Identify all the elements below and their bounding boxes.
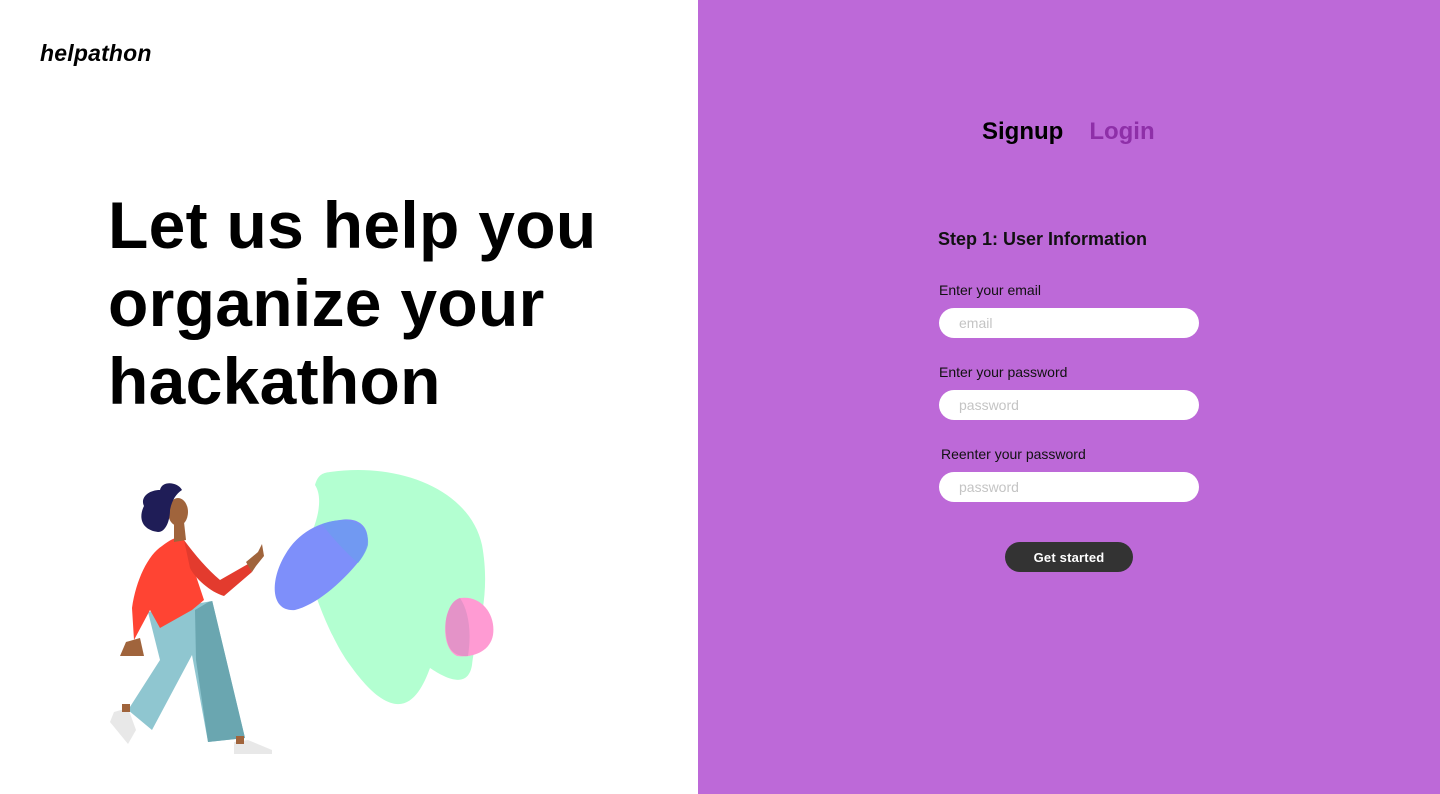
password-label: Enter your password — [939, 364, 1068, 380]
get-started-button[interactable]: Get started — [1005, 542, 1133, 572]
person-pants-shade — [195, 600, 245, 742]
person-ankle-front — [236, 736, 244, 744]
brand-logo[interactable]: helpathon — [40, 40, 152, 67]
email-label: Enter your email — [939, 282, 1041, 298]
person-hand-back — [120, 638, 144, 656]
confirm-password-field[interactable] — [939, 472, 1199, 502]
confirm-password-label: Reenter your password — [941, 446, 1086, 462]
person-ankle-back — [122, 704, 130, 712]
hero-headline: Let us help you organize your hackathon — [108, 188, 597, 418]
person-walking-illustration — [110, 470, 494, 754]
password-field[interactable] — [939, 390, 1199, 420]
tab-login[interactable]: Login — [1089, 118, 1154, 146]
hero-panel: helpathon Let us help you organize your … — [0, 0, 698, 794]
auth-tabs: Signup Login — [982, 118, 1155, 146]
tab-signup[interactable]: Signup — [982, 118, 1063, 146]
signup-page: helpathon Let us help you organize your … — [0, 0, 1440, 794]
email-field[interactable] — [939, 308, 1199, 338]
step-title: Step 1: User Information — [938, 229, 1148, 249]
